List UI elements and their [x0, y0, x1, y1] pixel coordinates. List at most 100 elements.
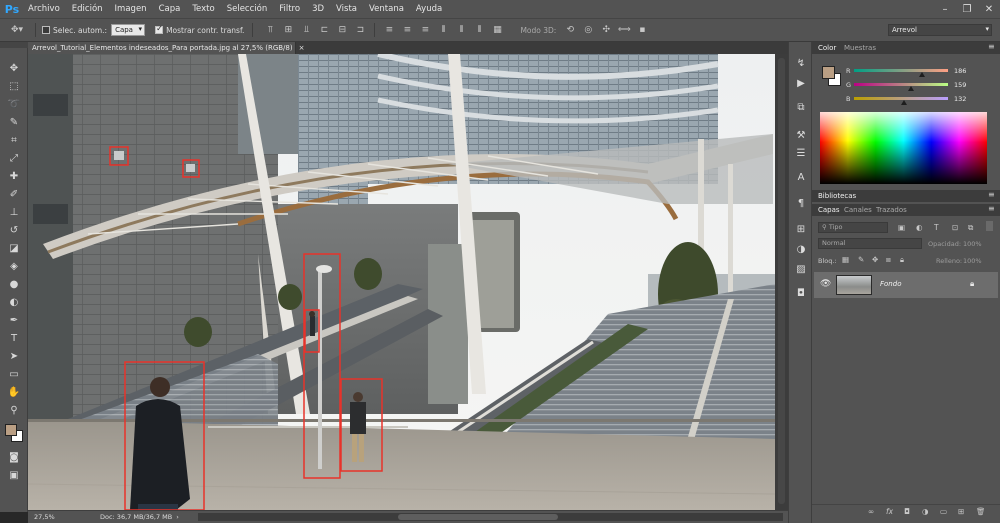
color-spectrum[interactable] — [820, 112, 987, 184]
close-icon[interactable]: ✕ — [978, 0, 1000, 18]
menu-texto[interactable]: Texto — [186, 4, 220, 14]
distribute-vcenter-icon[interactable]: ≡ — [401, 24, 413, 36]
new-layer-icon[interactable]: ⊞ — [958, 507, 964, 516]
horizontal-scrollbar[interactable] — [198, 513, 783, 521]
align-vcenter-icon[interactable]: ⊞ — [282, 24, 294, 36]
move-tool-icon[interactable]: ✥▾ — [8, 24, 26, 36]
eye-icon[interactable]: 👁︎ — [820, 279, 831, 289]
color-adjust-icon[interactable]: ◑ — [793, 242, 809, 256]
document-tab[interactable]: Arrevol_Tutorial_Elementos indeseados_Pa… — [28, 42, 304, 54]
lock-image-icon[interactable]: ✎ — [858, 255, 864, 264]
3d-pan-icon[interactable]: ✣ — [600, 24, 612, 36]
document-tab-close-icon[interactable]: × — [299, 44, 305, 52]
new-group-icon[interactable]: ▭ — [940, 507, 947, 516]
filter-adjustment-icon[interactable]: ◐ — [916, 223, 923, 232]
paragraph-icon[interactable]: ¶ — [793, 196, 809, 210]
workspace-dropdown[interactable]: Arrevol — [888, 24, 992, 36]
crop-tool-icon[interactable]: ⌗ — [6, 132, 22, 148]
layers-panel-menu-icon[interactable]: ≡ — [988, 204, 995, 213]
layer-name[interactable]: Fondo — [880, 280, 901, 288]
lock-artboard-icon[interactable]: ⧈ — [886, 255, 891, 265]
b-slider-thumb[interactable] — [901, 100, 907, 105]
layer-row[interactable]: 👁︎ Fondo 🔒︎ — [814, 272, 998, 298]
3d-scale-icon[interactable]: ▪ — [636, 24, 648, 36]
adjustments-sliders-icon[interactable]: ☰ — [793, 146, 809, 160]
clone-source-icon[interactable]: ⧉ — [793, 100, 809, 114]
b-value[interactable]: 132 — [954, 95, 966, 103]
menu-3d[interactable]: 3D — [306, 4, 330, 14]
menu-vista[interactable]: Vista — [330, 4, 363, 14]
menu-edicion[interactable]: Edición — [66, 4, 109, 14]
character-icon[interactable]: A — [793, 170, 809, 184]
tab-trazados[interactable]: Trazados — [876, 206, 907, 214]
menu-archivo[interactable]: Archivo — [22, 4, 66, 14]
r-slider-thumb[interactable] — [919, 72, 925, 77]
toolbar-grip[interactable] — [0, 42, 28, 48]
hand-tool-icon[interactable]: ✋ — [6, 384, 22, 400]
blur-tool-icon[interactable]: ● — [6, 276, 22, 292]
lock-position-icon[interactable]: ✥ — [872, 255, 878, 264]
type-tool-icon[interactable]: T — [6, 330, 22, 346]
layer-filter-type[interactable]: ⚲ Tipo — [818, 222, 888, 233]
shape-tool-icon[interactable]: ▭ — [6, 366, 22, 382]
filter-smart-object-icon[interactable]: ⧉ — [968, 223, 973, 233]
doc-info[interactable]: Doc: 36,7 MB/36,7 MB — [100, 513, 172, 521]
dodge-tool-icon[interactable]: ◐ — [6, 294, 22, 310]
minimize-icon[interactable]: – — [934, 0, 956, 18]
menu-seleccion[interactable]: Selección — [221, 4, 274, 14]
add-mask-icon[interactable]: ◘ — [904, 507, 910, 516]
clone-stamp-tool-icon[interactable]: ⊥ — [6, 204, 22, 220]
menu-ventana[interactable]: Ventana — [363, 4, 410, 14]
distribute-hcenter-icon[interactable]: ⦀ — [455, 24, 467, 36]
zoom-level[interactable]: 27,5% — [34, 513, 74, 521]
marquee-tool-icon[interactable]: ⬚ — [6, 78, 22, 94]
3d-roll-icon[interactable]: ◎ — [582, 24, 594, 36]
auto-select-checkbox[interactable] — [42, 26, 50, 34]
tab-color[interactable]: Color — [818, 44, 836, 52]
distribute-bottom-icon[interactable]: ≡ — [419, 24, 431, 36]
align-bottom-icon[interactable]: ⫫ — [300, 24, 312, 36]
eraser-tool-icon[interactable]: ◪ — [6, 240, 22, 256]
lasso-tool-icon[interactable]: ➰ — [6, 96, 22, 112]
align-right-icon[interactable]: ⊐ — [354, 24, 366, 36]
foreground-color-swatch[interactable] — [5, 424, 17, 436]
document-image[interactable] — [28, 54, 775, 510]
menu-imagen[interactable]: Imagen — [109, 4, 153, 14]
lock-all-icon[interactable]: 🔒︎ — [900, 255, 904, 265]
filter-toggle[interactable] — [986, 221, 993, 231]
tool-presets-icon[interactable]: ⚒ — [793, 128, 809, 142]
delete-layer-icon[interactable]: 🗑︎ — [976, 507, 986, 516]
auto-select-dropdown[interactable]: Capa — [111, 24, 146, 36]
distribute-right-icon[interactable]: ⦀ — [473, 24, 485, 36]
navigator-icon[interactable]: ▨ — [793, 262, 809, 276]
eyedropper-tool-icon[interactable]: ⤢ — [6, 150, 22, 166]
brush-tool-icon[interactable]: ✐ — [6, 186, 22, 202]
3d-slide-icon[interactable]: ⟺ — [618, 24, 631, 36]
layer-style-fx-icon[interactable]: fx — [886, 507, 893, 516]
gradient-tool-icon[interactable]: ◈ — [6, 258, 22, 274]
color-foreground-swatch-top[interactable] — [822, 66, 835, 79]
opacity-value[interactable]: 100% — [963, 240, 982, 248]
new-adjustment-layer-icon[interactable]: ◑ — [922, 507, 929, 516]
r-slider[interactable] — [854, 69, 948, 72]
blend-mode-dropdown[interactable]: Normal — [818, 238, 922, 249]
pen-tool-icon[interactable]: ✒ — [6, 312, 22, 328]
color-panel-menu-icon[interactable]: ≡ — [988, 42, 995, 51]
tab-muestras[interactable]: Muestras — [844, 44, 876, 52]
align-left-icon[interactable]: ⊏ — [318, 24, 330, 36]
history-icon[interactable]: ↯ — [793, 56, 809, 70]
screen-mode-icon[interactable]: ▣ — [6, 467, 22, 483]
actions-play-icon[interactable]: ▶ — [793, 76, 809, 90]
menu-ayuda[interactable]: Ayuda — [410, 4, 448, 14]
info-icon[interactable]: ◘ — [793, 286, 809, 300]
3d-rotate-icon[interactable]: ⟲ — [564, 24, 576, 36]
g-slider-thumb[interactable] — [908, 86, 914, 91]
g-value[interactable]: 159 — [954, 81, 966, 89]
status-menu-arrow-icon[interactable]: › — [176, 513, 179, 521]
align-top-icon[interactable]: ⫪ — [264, 24, 276, 36]
quick-select-tool-icon[interactable]: ✎ — [6, 114, 22, 130]
g-slider[interactable] — [854, 83, 948, 86]
fill-value[interactable]: 100% — [963, 257, 982, 265]
lock-transparent-icon[interactable]: ▦ — [842, 255, 849, 264]
healing-brush-tool-icon[interactable]: ✚ — [6, 168, 22, 184]
